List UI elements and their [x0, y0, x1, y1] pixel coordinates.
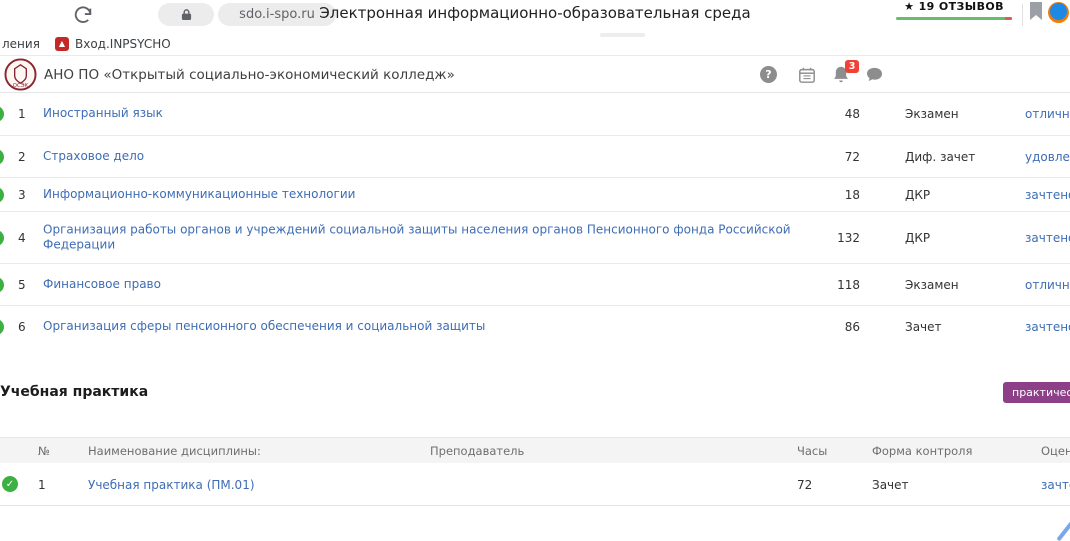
calendar-icon[interactable]	[798, 56, 816, 93]
row-number: 3	[18, 188, 38, 202]
grade-link[interactable]: зачтено	[1025, 188, 1070, 202]
table-row: ✓ 5 Финансовое право 118 Экзамен отлично	[0, 264, 1070, 306]
practice-table-row: ✓ 1 Учебная практика (ПМ.01) 72 Зачет за…	[0, 463, 1070, 506]
hours-value: 132	[800, 231, 860, 245]
reviews-rating-bar	[896, 17, 1012, 20]
discipline-link[interactable]: Информационно-коммуникационные технологи…	[43, 187, 798, 203]
col-header-grade: Оценка	[1041, 438, 1070, 464]
table-row: ✓ 4 Организация работы органов и учрежде…	[0, 212, 1070, 264]
logo-text: ОСЭК	[13, 83, 29, 89]
profile-avatar[interactable]	[1048, 2, 1069, 23]
hours-value: 86	[800, 320, 860, 334]
college-logo[interactable]: ОСЭК	[4, 58, 37, 91]
control-form: Диф. зачет	[905, 150, 975, 164]
reviews-label: ★ 19 ОТЗЫВОВ	[896, 0, 1012, 13]
row-number: 1	[18, 107, 38, 121]
completed-check-icon: ✓	[0, 149, 4, 165]
discipline-link[interactable]: Страховое дело	[43, 149, 798, 165]
completed-check-icon: ✓	[0, 187, 4, 203]
help-icon[interactable]: ?	[760, 56, 777, 93]
grade-link[interactable]: зачтено	[1025, 231, 1070, 245]
row-number: 2	[18, 150, 38, 164]
col-header-hours: Часы	[797, 438, 827, 464]
bookmark-icon[interactable]	[1029, 1, 1043, 25]
hours-value: 48	[800, 107, 860, 121]
bookmark-item-inpsycho[interactable]: ▲ Вход.INPSYCHO	[55, 32, 171, 56]
hours-value: 72	[797, 463, 812, 506]
table-row: ✓ 6 Организация сферы пенсионного обеспе…	[0, 306, 1070, 348]
table-row: ✓ 3 Информационно-коммуникационные техно…	[0, 178, 1070, 212]
hours-value: 18	[800, 188, 860, 202]
completed-check-icon: ✓	[2, 476, 18, 492]
grade-link[interactable]: зачтено	[1025, 320, 1070, 334]
notification-count-badge: 3	[845, 60, 859, 73]
bookmark-label: Вход.INPSYCHO	[75, 37, 171, 51]
col-header-num: №	[38, 438, 50, 464]
row-number: 1	[38, 463, 46, 506]
discipline-link[interactable]: Финансовое право	[43, 277, 798, 293]
control-form: ДКР	[905, 231, 930, 245]
control-form: Экзамен	[905, 107, 959, 121]
row-number: 6	[18, 320, 38, 334]
discipline-link[interactable]: Организация сферы пенсионного обеспечени…	[43, 319, 798, 335]
bookmark-item-cut[interactable]: ления	[2, 32, 40, 56]
reviews-extension-button[interactable]: ★ 19 ОТЗЫВОВ	[896, 0, 1012, 20]
col-header-control: Форма контроля	[872, 438, 972, 464]
row-number: 4	[18, 231, 38, 245]
grades-table: ✓ 1 Иностранный язык 48 Экзамен отлично …	[0, 93, 1070, 348]
grade-link[interactable]: отлично	[1025, 278, 1070, 292]
toolbar-divider	[1022, 4, 1023, 26]
horizontal-scrollbar-thumb[interactable]	[600, 33, 645, 37]
col-header-name: Наименование дисциплины:	[88, 438, 261, 464]
row-number: 5	[18, 278, 38, 292]
completed-check-icon: ✓	[0, 106, 4, 122]
inpsycho-favicon: ▲	[55, 37, 69, 51]
practice-table-header: № Наименование дисциплины: Преподаватель…	[0, 437, 1070, 463]
hours-value: 118	[800, 278, 860, 292]
practice-type-badge: практическое	[1003, 382, 1070, 403]
grade-link[interactable]: отлично	[1025, 107, 1070, 121]
completed-check-icon: ✓	[0, 277, 4, 293]
site-header: ОСЭК АНО ПО «Открытый социально-экономич…	[0, 56, 1070, 93]
completed-check-icon: ✓	[0, 319, 4, 335]
practice-link[interactable]: Учебная практика (ПМ.01)	[88, 463, 255, 506]
control-form: Зачет	[872, 463, 909, 506]
org-name: АНО ПО «Открытый социально-экономический…	[44, 56, 455, 93]
chat-icon[interactable]	[866, 56, 883, 93]
floating-widget-sliver[interactable]	[1056, 519, 1070, 541]
completed-check-icon: ✓	[0, 230, 4, 246]
col-header-teacher: Преподаватель	[430, 438, 524, 464]
table-row: ✓ 1 Иностранный язык 48 Экзамен отлично	[0, 93, 1070, 136]
grade-link[interactable]: удовлетворительно	[1025, 150, 1070, 164]
browser-toolbar: sdo.i-spo.ru Электронная информационно-о…	[0, 0, 1070, 32]
control-form: ДКР	[905, 188, 930, 202]
discipline-link[interactable]: Организация работы органов и учреждений …	[43, 222, 798, 253]
bookmarks-bar: ления ▲ Вход.INPSYCHO	[0, 32, 1070, 56]
table-row: ✓ 2 Страховое дело 72 Диф. зачет удовлет…	[0, 136, 1070, 178]
discipline-link[interactable]: Иностранный язык	[43, 106, 798, 122]
grade-link[interactable]: зачтено	[1041, 463, 1070, 506]
control-form: Экзамен	[905, 278, 959, 292]
section-title: Учебная практика	[0, 384, 148, 400]
control-form: Зачет	[905, 320, 942, 334]
bookmark-label: ления	[2, 37, 40, 51]
hours-value: 72	[800, 150, 860, 164]
